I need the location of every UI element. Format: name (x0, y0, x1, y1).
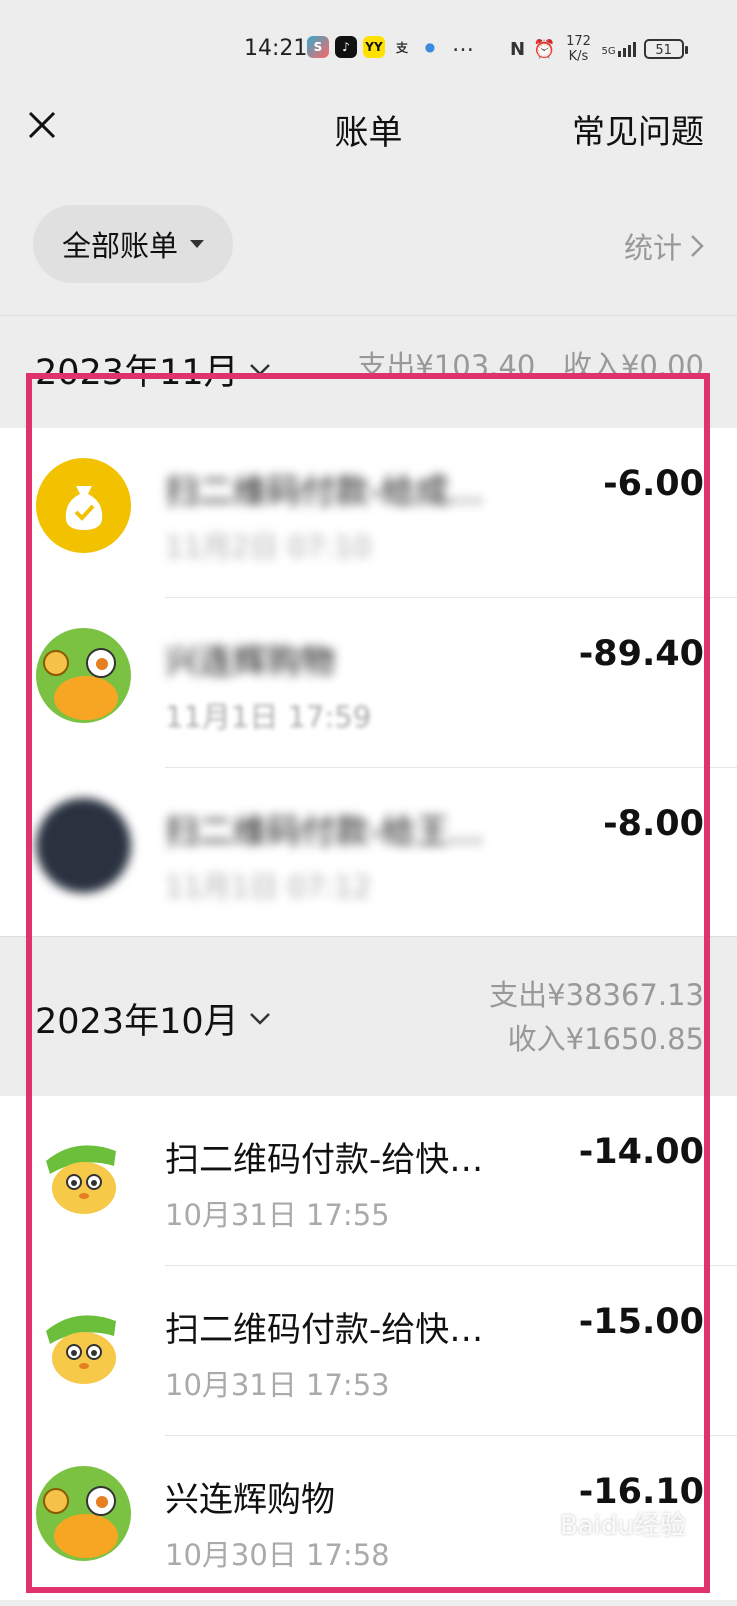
transaction-time: 11月1日 07:12 (165, 870, 372, 904)
transaction-title: 扫二维码付款-给快… (165, 1140, 484, 1180)
month-label: 2023年10月 (35, 1002, 239, 1042)
month-expense: 支出¥38367.13 (489, 978, 704, 1012)
filter-label: 全部账单 (61, 229, 178, 263)
chevron-down-icon (249, 363, 270, 376)
nfc-icon: N (510, 38, 526, 60)
status-indicators: N ⏰ 172 K/s 5G 51 (510, 34, 688, 64)
transaction-title: 兴连辉购物 (165, 1480, 335, 1520)
month-header[interactable]: 2023年11月 支出¥103.40 收入¥0.00 (0, 316, 737, 428)
month-title[interactable]: 2023年11月 (35, 344, 271, 395)
filter-bar: 全部账单 统计 (0, 175, 737, 316)
status-app-icons: S ♪ YY 支 ● (307, 36, 441, 58)
transaction-list: 扫二维码付款-给成… 11月2日 07:10 -6.00 兴连辉购物 11月1日… (0, 428, 737, 936)
app-icon: S (307, 36, 329, 58)
alarm-icon: ⏰ (533, 38, 556, 60)
network-speed: 172 K/s (566, 34, 591, 64)
more-notifications-icon: … (452, 32, 474, 57)
month-summary: 支出¥103.40 收入¥0.00 (357, 344, 704, 388)
merchant-avatar (36, 1126, 131, 1221)
transaction-title: 扫二维码付款-给王… (165, 812, 484, 852)
month-title[interactable]: 2023年10月 (35, 993, 271, 1044)
transaction-amount: -14.00 (578, 1132, 704, 1172)
transaction-time: 10月31日 17:53 (165, 1368, 390, 1402)
navigation-bar: 账单 常见问题 (0, 95, 737, 175)
transaction-time: 11月2日 07:10 (165, 530, 372, 564)
transaction-item[interactable]: 扫二维码付款-给成… 11月2日 07:10 -6.00 (0, 428, 737, 598)
transaction-time: 10月30日 17:58 (165, 1538, 390, 1572)
watermark: Baidu经验 (560, 1511, 686, 1541)
month-income: 收入¥0.00 (562, 349, 704, 383)
transaction-item[interactable]: 兴连辉购物 11月1日 17:59 -89.40 (0, 598, 737, 768)
money-bag-icon (36, 458, 131, 553)
status-time: 14:21 (244, 36, 308, 61)
alipay-icon: 支 (395, 40, 408, 55)
caret-down-icon (190, 240, 204, 248)
chevron-right-icon (691, 235, 704, 257)
statistics-link[interactable]: 统计 (624, 225, 704, 267)
month-expense: 支出¥103.40 (357, 349, 536, 383)
transaction-amount: -15.00 (578, 1302, 704, 1342)
month-header[interactable]: 2023年10月 支出¥38367.13 收入¥1650.85 (0, 936, 737, 1097)
month-summary: 支出¥38367.13 收入¥1650.85 (489, 973, 704, 1061)
month-income: 收入¥1650.85 (507, 1022, 704, 1056)
merchant-avatar (36, 1466, 131, 1561)
transaction-amount: -89.40 (578, 634, 704, 674)
transaction-title: 兴连辉购物 (165, 642, 335, 682)
faq-link[interactable]: 常见问题 (572, 105, 704, 153)
transaction-time: 10月31日 17:55 (165, 1198, 390, 1232)
signal-label: 5G (601, 45, 616, 57)
bill-type-filter-button[interactable]: 全部账单 (33, 205, 233, 283)
tiktok-icon: ♪ (335, 36, 357, 58)
user-avatar (36, 798, 131, 893)
duck-icon (43, 1486, 118, 1558)
transaction-title: 扫二维码付款-给快… (165, 1310, 484, 1350)
mascot-icon (46, 1315, 116, 1384)
statistics-label: 统计 (623, 231, 682, 265)
merchant-avatar (36, 628, 131, 723)
transaction-title: 扫二维码付款-给成… (165, 472, 484, 512)
signal-icon: 5G (601, 41, 636, 57)
month-label: 2023年11月 (35, 353, 239, 393)
transaction-time: 11月1日 17:59 (165, 700, 372, 734)
status-bar: 14:21 S ♪ YY 支 ● … N ⏰ 172 K/s 5G 51 (0, 0, 737, 95)
yy-icon: YY (363, 36, 385, 58)
transaction-item[interactable]: 扫二维码付款-给快… 10月31日 17:55 -14.00 (0, 1096, 737, 1266)
transaction-amount: -8.00 (603, 804, 704, 844)
duck-icon (43, 648, 118, 720)
transaction-amount: -6.00 (603, 464, 704, 504)
transaction-item[interactable]: 扫二维码付款-给王… 11月1日 07:12 -8.00 (0, 768, 737, 938)
transaction-item[interactable]: 扫二维码付款-给快… 10月31日 17:53 -15.00 (0, 1266, 737, 1436)
merchant-avatar (36, 1296, 131, 1391)
chevron-down-icon (249, 1012, 270, 1025)
battery-icon: 51 (643, 39, 688, 59)
browser-icon: ● (424, 40, 436, 54)
mascot-icon (46, 1145, 116, 1214)
